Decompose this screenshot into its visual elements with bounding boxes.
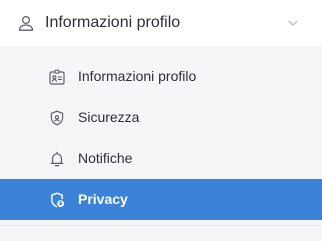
shield-icon: [48, 109, 66, 127]
submenu-item-notifiche[interactable]: Notifiche: [0, 138, 322, 179]
profile-section-header[interactable]: Informazioni profilo: [0, 0, 322, 46]
submenu-item-privacy[interactable]: Privacy: [0, 179, 322, 220]
bell-icon: [48, 150, 66, 168]
user-icon: [17, 14, 35, 32]
profile-submenu: Informazioni profilo Sicurezza Notifiche: [0, 46, 322, 241]
submenu-item-informazioni-profilo[interactable]: Informazioni profilo: [0, 56, 322, 97]
divider: [0, 225, 322, 226]
submenu-item-label: Sicurezza: [78, 109, 140, 125]
submenu-item-label: Notifiche: [78, 150, 133, 166]
submenu-item-label: Privacy: [78, 191, 128, 207]
chevron-down-icon[interactable]: [286, 16, 300, 30]
privacy-icon: [48, 191, 66, 209]
id-card-icon: [48, 68, 66, 86]
submenu-item-sicurezza[interactable]: Sicurezza: [0, 97, 322, 138]
submenu-item-label: Informazioni profilo: [78, 68, 197, 84]
section-title: Informazioni profilo: [45, 14, 181, 31]
